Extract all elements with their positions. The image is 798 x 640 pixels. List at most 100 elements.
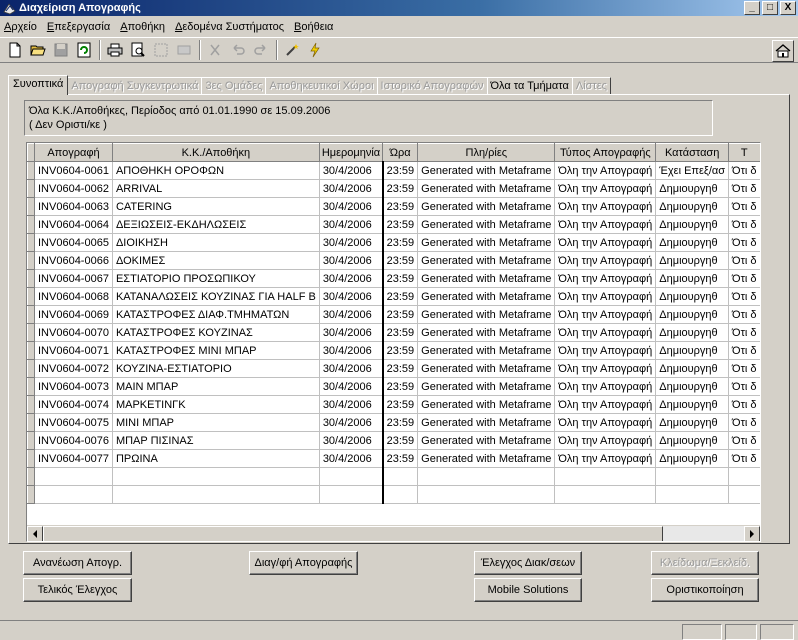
row-indicator[interactable] <box>27 341 35 360</box>
cell-extra[interactable]: Ότι δ <box>728 179 760 198</box>
table-row[interactable] <box>27 485 760 504</box>
cell-info[interactable]: Generated with Metaframe <box>417 323 556 342</box>
menu-file[interactable]: Αρχείο <box>4 21 37 33</box>
row-indicator[interactable] <box>27 323 35 342</box>
cell-info[interactable]: Generated with Metaframe <box>417 251 556 270</box>
cell-inventory[interactable] <box>34 485 113 504</box>
cell-status[interactable]: Δημιουργηθ <box>655 233 730 252</box>
col-extra[interactable]: Τ <box>728 143 760 162</box>
cell-inventory-type[interactable]: Όλη την Απογραφή <box>554 197 657 216</box>
col-inventory[interactable]: Απογραφή <box>34 143 113 162</box>
col-time[interactable]: Ώρα <box>382 143 419 162</box>
cell-date[interactable]: 30/4/2006 <box>318 233 384 252</box>
cell-info[interactable]: Generated with Metaframe <box>417 179 556 198</box>
row-indicator[interactable] <box>27 305 35 324</box>
cell-info[interactable]: Generated with Metaframe <box>417 359 556 378</box>
cell-warehouse[interactable]: ΠΡΩΙΝΑ <box>111 449 320 468</box>
table-row[interactable]: INV0604-0062 ARRIVAL 30/4/2006 23:59 Generat… <box>27 179 760 198</box>
cell-inventory[interactable]: INV0604-0063 <box>34 197 113 216</box>
cell-date[interactable]: 30/4/2006 <box>318 215 384 234</box>
table-row[interactable]: INV0604-0075 ΜΙΝΙ ΜΠΑΡ 30/4/2006 23:59 Gener… <box>27 413 760 432</box>
undo-icon[interactable] <box>227 39 249 61</box>
cell-warehouse[interactable]: ΑΠΟΘΗΚΗ ΟΡΟΦΩΝ <box>111 161 320 180</box>
cell-inventory[interactable]: INV0604-0071 <box>34 341 113 360</box>
cell-inventory[interactable]: INV0604-0067 <box>34 269 113 288</box>
cell-info[interactable]: Generated with Metaframe <box>417 449 556 468</box>
menu-warehouse[interactable]: Αποθήκη <box>120 21 165 33</box>
cell-inventory-type[interactable]: Όλη την Απογραφή <box>554 287 657 306</box>
cell-status[interactable]: Δημιουργηθ <box>655 449 730 468</box>
row-indicator[interactable] <box>27 431 35 450</box>
cell-inventory-type[interactable]: Όλη την Απογραφή <box>554 377 657 396</box>
table-row[interactable]: INV0604-0070 ΚΑΤΑΣΤΡΟΦΕΣ ΚΟΥΖΙΝΑΣ 30/4/200… <box>27 323 760 342</box>
cell-status[interactable]: Δημιουργηθ <box>655 359 730 378</box>
cell-inventory[interactable]: INV0604-0061 <box>34 161 113 180</box>
lightning-icon[interactable] <box>304 39 326 61</box>
cell-time[interactable] <box>382 467 419 486</box>
cell-status[interactable] <box>655 467 730 486</box>
cell-inventory[interactable]: INV0604-0070 <box>34 323 113 342</box>
cell-inventory[interactable]: INV0604-0076 <box>34 431 113 450</box>
cell-date[interactable]: 30/4/2006 <box>318 197 384 216</box>
row-indicator[interactable] <box>27 215 35 234</box>
cell-extra[interactable] <box>728 485 760 504</box>
cell-info[interactable]: Generated with Metaframe <box>417 161 556 180</box>
tab-summary[interactable]: Συνοπτικά <box>8 75 69 95</box>
cell-status[interactable]: Δημιουργηθ <box>655 179 730 198</box>
cell-warehouse[interactable]: ΜΑΡΚΕΤΙΝΓΚ <box>111 395 320 414</box>
cell-date[interactable]: 30/4/2006 <box>318 395 384 414</box>
cell-date[interactable]: 30/4/2006 <box>318 341 384 360</box>
cell-inventory[interactable]: INV0604-0062 <box>34 179 113 198</box>
minimize-button[interactable]: _ <box>744 1 760 15</box>
cell-time[interactable]: 23:59 <box>382 449 419 468</box>
cell-status[interactable]: Δημιουργηθ <box>655 377 730 396</box>
cell-date[interactable]: 30/4/2006 <box>318 305 384 324</box>
cell-warehouse[interactable]: ΚΑΤΑΝΑΛΩΣΕΙΣ ΚΟΥΖΙΝΑΣ ΓΙΑ HALF B <box>111 287 320 306</box>
cell-info[interactable]: Generated with Metaframe <box>417 341 556 360</box>
cell-time[interactable]: 23:59 <box>382 161 419 180</box>
row-indicator[interactable] <box>27 179 35 198</box>
cell-extra[interactable]: Ότι δ <box>728 449 760 468</box>
cell-warehouse[interactable] <box>111 467 320 486</box>
cell-warehouse[interactable]: ΜΠΑΡ ΠΙΣΙΝΑΣ <box>111 431 320 450</box>
cell-date[interactable]: 30/4/2006 <box>318 377 384 396</box>
cell-warehouse[interactable]: ΜΙΝΙ ΜΠΑΡ <box>111 413 320 432</box>
close-button[interactable]: X <box>780 1 796 15</box>
cell-date[interactable]: 30/4/2006 <box>318 161 384 180</box>
cell-inventory-type[interactable]: Όλη την Απογραφή <box>554 215 657 234</box>
cell-extra[interactable] <box>728 467 760 486</box>
refresh-inventory-button[interactable]: Ανανέωση Απογρ. <box>23 551 132 575</box>
cell-inventory-type[interactable]: Όλη την Απογραφή <box>554 431 657 450</box>
table-row[interactable]: INV0604-0064 ΔΕΞΙΩΣΕΙΣ-ΕΚΔΗΛΩΣΕΙΣ 30/4/200… <box>27 215 760 234</box>
cell-inventory[interactable]: INV0604-0066 <box>34 251 113 270</box>
refresh-icon[interactable] <box>73 39 95 61</box>
delete-inventory-button[interactable]: Διαγ/φή Απογραφής <box>249 551 358 575</box>
cell-status[interactable]: Δημιουργηθ <box>655 413 730 432</box>
cell-inventory[interactable]: INV0604-0075 <box>34 413 113 432</box>
print-icon[interactable] <box>104 39 126 61</box>
row-indicator[interactable] <box>27 161 35 180</box>
cell-inventory-type[interactable]: Όλη την Απογραφή <box>554 413 657 432</box>
cell-time[interactable]: 23:59 <box>382 359 419 378</box>
col-status[interactable]: Κατάσταση <box>655 143 730 162</box>
tab-third-groups[interactable]: 3ες Ομάδες <box>201 77 267 95</box>
cell-warehouse[interactable]: ΚΑΤΑΣΤΡΟΦΕΣ ΚΟΥΖΙΝΑΣ <box>111 323 320 342</box>
table-row[interactable]: INV0604-0069 ΚΑΤΑΣΤΡΟΦΕΣ ΔΙΑΦ.ΤΜΗΜΑΤΩΝ 30/… <box>27 305 760 324</box>
table-row[interactable]: INV0604-0065 ΔΙΟΙΚΗΣΗ 30/4/2006 23:59 Genera… <box>27 233 760 252</box>
cell-inventory-type[interactable]: Όλη την Απογραφή <box>554 161 657 180</box>
cell-extra[interactable]: Ότι δ <box>728 197 760 216</box>
cell-inventory[interactable]: INV0604-0068 <box>34 287 113 306</box>
cell-info[interactable]: Generated with Metaframe <box>417 305 556 324</box>
cell-time[interactable]: 23:59 <box>382 197 419 216</box>
cell-inventory-type[interactable]: Όλη την Απογραφή <box>554 341 657 360</box>
row-indicator[interactable] <box>27 359 35 378</box>
cell-warehouse[interactable] <box>111 485 320 504</box>
cell-extra[interactable]: Ότι δ <box>728 431 760 450</box>
select-icon[interactable] <box>150 39 172 61</box>
cell-time[interactable]: 23:59 <box>382 215 419 234</box>
cell-inventory-type[interactable]: Όλη την Απογραφή <box>554 305 657 324</box>
cell-inventory[interactable]: INV0604-0074 <box>34 395 113 414</box>
finalize-button[interactable]: Οριστικοποίηση <box>651 578 759 602</box>
cell-inventory-type[interactable] <box>554 467 657 486</box>
cell-status[interactable]: Δημιουργηθ <box>655 395 730 414</box>
